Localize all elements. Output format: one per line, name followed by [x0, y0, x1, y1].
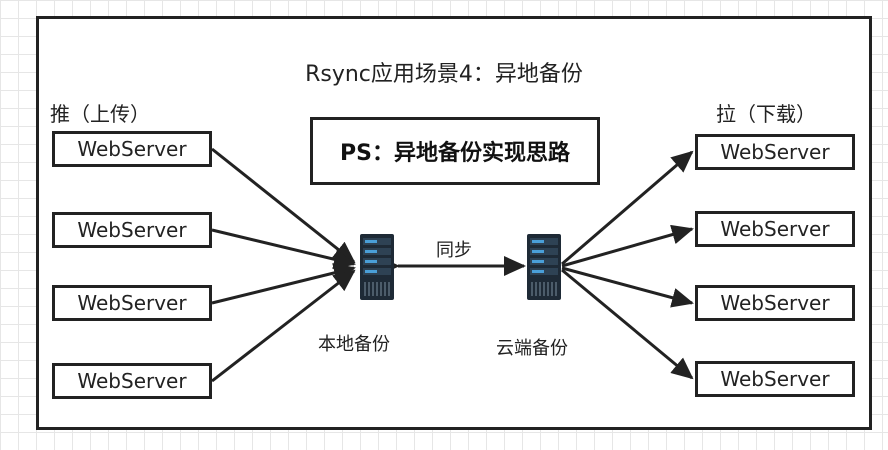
push-arrow: [211, 228, 356, 270]
push-arrow: [211, 147, 356, 264]
cloud-server-icon: [527, 234, 561, 300]
push-arrow: [211, 263, 356, 305]
local-server-icon: [360, 234, 394, 300]
push-arrow: [211, 269, 356, 383]
connector-layer: [211, 147, 694, 383]
